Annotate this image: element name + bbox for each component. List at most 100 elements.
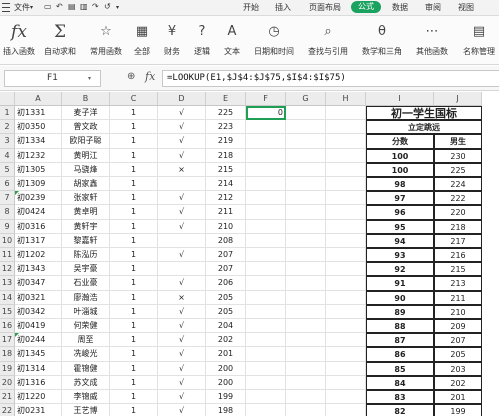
cell-h[interactable] — [326, 304, 366, 319]
row-header[interactable]: 19 — [0, 361, 15, 376]
cell-h[interactable] — [326, 390, 366, 405]
cell-d[interactable] — [158, 233, 206, 248]
cell-h[interactable] — [326, 191, 366, 206]
row-header[interactable]: 16 — [0, 319, 15, 334]
table-boys-cell[interactable]: 230 — [434, 148, 482, 163]
cell-b[interactable]: 黎嘉轩 — [62, 233, 110, 248]
autosum-button[interactable]: Σ 自动求和 — [40, 20, 80, 62]
row-header[interactable]: 17 — [0, 333, 15, 348]
cell-a[interactable]: 初1232 — [15, 148, 62, 163]
table-boys-cell[interactable]: 209 — [434, 319, 482, 334]
cell-a[interactable]: 初0419 — [15, 319, 62, 334]
table-subtitle[interactable]: 立定跳远 — [366, 120, 482, 135]
table-score-cell[interactable]: 100 — [366, 162, 434, 177]
table-boys-cell[interactable]: 217 — [434, 233, 482, 248]
cell-d[interactable] — [158, 177, 206, 192]
insert-function-button[interactable]: fx 插入函数 — [2, 20, 36, 62]
table-boys-cell[interactable]: 211 — [434, 290, 482, 305]
other-functions-button[interactable]: ⋯ 其他函数 — [412, 20, 452, 62]
cell-a[interactable]: 初1345 — [15, 347, 62, 362]
cell-e[interactable]: 218 — [206, 148, 246, 163]
lookup-reference-button[interactable]: ⌕ 查找与引用 — [304, 20, 352, 62]
row-header[interactable]: 20 — [0, 375, 15, 390]
row-header[interactable]: 2 — [0, 120, 15, 135]
common-functions-button[interactable]: ☆ 常用函数 — [86, 20, 126, 62]
table-boys-cell[interactable]: 213 — [434, 276, 482, 291]
selected-cell-f1[interactable]: 0 — [246, 106, 286, 121]
cell-g[interactable] — [286, 134, 326, 149]
table-score-cell[interactable]: 83 — [366, 390, 434, 405]
name-manager-button[interactable]: ▤ 名称管理 — [460, 20, 498, 62]
table-score-cell[interactable]: 96 — [366, 205, 434, 220]
cell-a[interactable]: 初0342 — [15, 304, 62, 319]
row-header[interactable]: 9 — [0, 219, 15, 234]
cell-e[interactable]: 205 — [206, 290, 246, 305]
cell-a[interactable]: 初0321 — [15, 290, 62, 305]
cell-h[interactable] — [326, 262, 366, 277]
row-header[interactable]: 7 — [0, 191, 15, 206]
cell-d[interactable]: √ — [158, 106, 206, 121]
cell-a[interactable]: 初1331 — [15, 106, 62, 121]
tab-review[interactable]: 审阅 — [425, 2, 441, 13]
cell-f[interactable] — [246, 191, 286, 206]
cell-b[interactable]: 胡家鑫 — [62, 177, 110, 192]
row-header[interactable]: 21 — [0, 390, 15, 405]
cell-e[interactable]: 223 — [206, 120, 246, 135]
table-score-cell[interactable]: 94 — [366, 233, 434, 248]
row-header[interactable]: 12 — [0, 262, 15, 277]
cell-c[interactable]: 1 — [110, 262, 158, 277]
cell-b[interactable]: 李锦威 — [62, 390, 110, 405]
cell-d[interactable]: √ — [158, 191, 206, 206]
cell-d[interactable]: √ — [158, 248, 206, 263]
file-menu-chevron-icon[interactable]: ▾ — [30, 4, 33, 11]
cell-g[interactable] — [286, 375, 326, 390]
cell-c[interactable]: 1 — [110, 404, 158, 416]
cell-c[interactable]: 1 — [110, 333, 158, 348]
cell-f[interactable] — [246, 233, 286, 248]
row-header[interactable]: 3 — [0, 134, 15, 149]
cell-g[interactable] — [286, 304, 326, 319]
spreadsheet-grid[interactable]: A B C D E F G H I J 1 初1331 麦子洋 1 √ 225 0 2 初0350 曾文政 1 √ 223 3… — [0, 92, 499, 416]
row-header[interactable]: 13 — [0, 276, 15, 291]
cell-a[interactable]: 初1305 — [15, 162, 62, 177]
cell-f[interactable] — [246, 290, 286, 305]
cell-c[interactable]: 1 — [110, 361, 158, 376]
cell-f[interactable] — [246, 404, 286, 416]
table-score-cell[interactable]: 100 — [366, 148, 434, 163]
cell-g[interactable] — [286, 319, 326, 334]
cell-d[interactable]: √ — [158, 205, 206, 220]
cell-f[interactable] — [246, 276, 286, 291]
cell-f[interactable] — [246, 375, 286, 390]
cell-d[interactable]: × — [158, 290, 206, 305]
cell-g[interactable] — [286, 177, 326, 192]
table-boys-cell[interactable]: 199 — [434, 404, 482, 416]
cell-e[interactable]: 207 — [206, 248, 246, 263]
cell-d[interactable]: √ — [158, 390, 206, 405]
table-boys-cell[interactable]: 220 — [434, 205, 482, 220]
cell-b[interactable]: 王艺博 — [62, 404, 110, 416]
cell-h[interactable] — [326, 375, 366, 390]
table-score-cell[interactable]: 90 — [366, 290, 434, 305]
cell-c[interactable]: 1 — [110, 276, 158, 291]
cell-d[interactable]: √ — [158, 347, 206, 362]
cell-c[interactable]: 1 — [110, 304, 158, 319]
cell-c[interactable]: 1 — [110, 233, 158, 248]
row-header[interactable]: 18 — [0, 347, 15, 362]
table-score-cell[interactable]: 89 — [366, 304, 434, 319]
tab-insert[interactable]: 插入 — [275, 2, 291, 13]
cell-f[interactable] — [246, 248, 286, 263]
cell-b[interactable]: 苏文成 — [62, 375, 110, 390]
cell-a[interactable]: 初1317 — [15, 233, 62, 248]
table-boys-cell[interactable]: 205 — [434, 347, 482, 362]
cell-g[interactable] — [286, 290, 326, 305]
table-boys-cell[interactable]: 215 — [434, 262, 482, 277]
cell-c[interactable]: 1 — [110, 219, 158, 234]
cell-g[interactable] — [286, 191, 326, 206]
cell-a[interactable]: 初0231 — [15, 404, 62, 416]
column-header-b[interactable]: B — [62, 92, 110, 106]
cell-f[interactable] — [246, 361, 286, 376]
cell-c[interactable]: 1 — [110, 319, 158, 334]
cell-e[interactable]: 225 — [206, 106, 246, 121]
cell-h[interactable] — [326, 404, 366, 416]
cell-h[interactable] — [326, 120, 366, 135]
